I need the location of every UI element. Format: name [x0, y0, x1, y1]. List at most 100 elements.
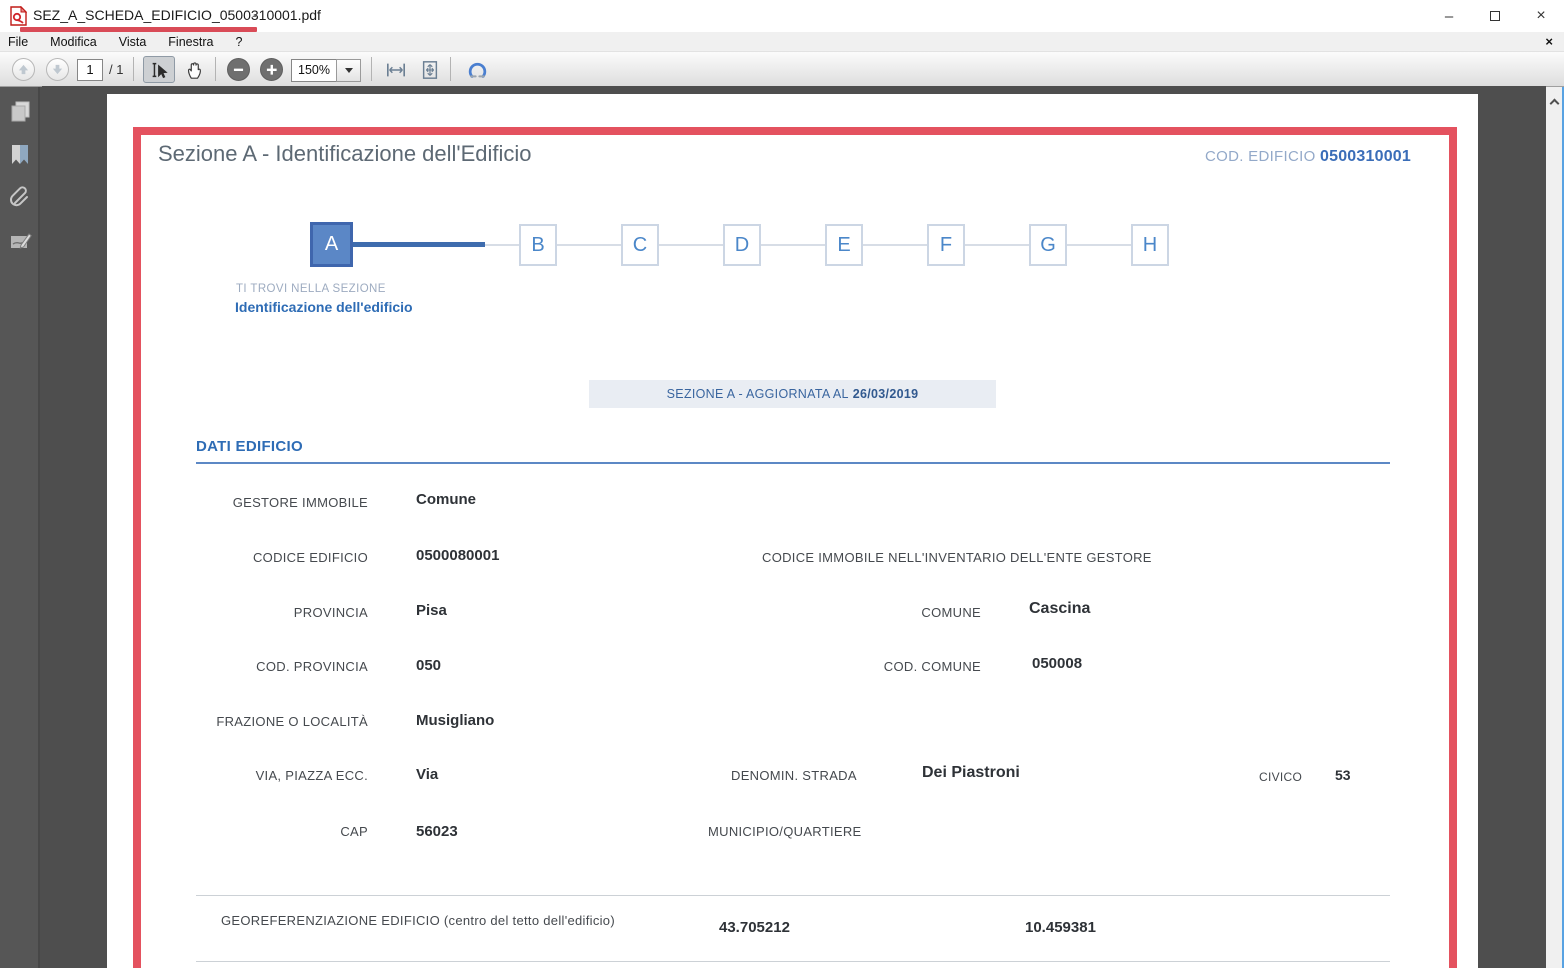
georef-label: GEOREFERENZIAZIONE EDIFICIO (centro del …	[221, 913, 615, 928]
menu-finestra[interactable]: Finestra	[168, 35, 213, 49]
stepper-step-G: G	[1029, 224, 1067, 266]
hand-icon	[184, 60, 204, 80]
menu-file[interactable]: File	[8, 35, 28, 49]
stepper-caption-value: Identificazione dell'edificio	[235, 299, 413, 315]
building-code-value: 0500310001	[1320, 148, 1411, 165]
page-number-input[interactable]: 1	[77, 59, 103, 81]
toolbar-separator	[371, 57, 372, 81]
toolbar: 1 / 1 150%	[0, 52, 1564, 87]
send-track-button[interactable]	[461, 56, 493, 83]
page-thumbnails-icon[interactable]	[8, 99, 32, 123]
update-bar-label: SEZIONE A - AGGIORNATA AL	[667, 387, 849, 401]
provincia-label: PROVINCIA	[294, 605, 368, 620]
frazione-value: Musigliano	[416, 712, 494, 729]
cod-provincia-label: COD. PROVINCIA	[256, 659, 368, 674]
attachments-icon[interactable]	[8, 185, 32, 209]
civico-value: 53	[1335, 767, 1351, 783]
document-area: Sezione A - Identificazione dell'Edifici…	[42, 86, 1546, 968]
vertical-scrollbar[interactable]	[1546, 87, 1563, 968]
cod-provincia-value: 050	[416, 657, 441, 674]
chevron-down-icon	[345, 68, 353, 73]
stepper-step-D: D	[723, 224, 761, 266]
stepper-step-B: B	[519, 224, 557, 266]
building-code-header: COD. EDIFICIO 0500310001	[1205, 148, 1411, 166]
scroll-up-button[interactable]	[1546, 93, 1563, 110]
fit-page-icon	[419, 60, 441, 80]
via-value: Via	[416, 766, 438, 783]
chevron-up-icon	[1550, 98, 1560, 108]
denominazione-value: Dei Piastroni	[922, 764, 1020, 782]
title-bar: SEZ_A_SCHEDA_EDIFICIO_0500310001.pdf - –…	[0, 0, 1564, 32]
menu-vista[interactable]: Vista	[119, 35, 147, 49]
frazione-label: FRAZIONE O LOCALITÀ	[216, 714, 368, 729]
dati-edificio-heading: DATI EDIFICIO	[196, 438, 303, 455]
close-icon: ×	[1536, 7, 1545, 25]
georef-longitude: 10.459381	[1025, 919, 1096, 936]
codice-edificio-value: 0500080001	[416, 547, 499, 564]
next-page-button[interactable]	[46, 58, 69, 81]
building-code-label: COD. EDIFICIO	[1205, 148, 1316, 165]
plus-icon	[266, 64, 277, 75]
filename-suffix: -	[252, 7, 257, 23]
previous-page-button[interactable]	[12, 58, 35, 81]
signatures-icon[interactable]	[8, 229, 32, 253]
cod-comune-label: COD. COMUNE	[884, 659, 981, 674]
stepper-step-E: E	[825, 224, 863, 266]
denominazione-label: DENOMIN. STRADA	[731, 768, 857, 783]
text-select-cursor-icon	[149, 60, 169, 80]
maximize-button[interactable]	[1472, 0, 1518, 32]
minimize-button[interactable]: –	[1426, 0, 1472, 32]
pdf-page: Sezione A - Identificazione dell'Edifici…	[107, 94, 1478, 968]
menu-items: File Modifica Vista Finestra?	[8, 32, 242, 52]
cap-value: 56023	[416, 823, 458, 840]
minimize-icon: –	[1445, 8, 1453, 25]
menu-modifica[interactable]: Modifica	[50, 35, 97, 49]
cap-label: CAP	[340, 824, 368, 839]
gestore-label: GESTORE IMMOBILE	[233, 495, 368, 510]
cod-comune-value: 050008	[1032, 655, 1082, 672]
page-total-label: / 1	[109, 62, 123, 77]
toolbar-separator	[450, 57, 451, 81]
fit-page-button[interactable]	[414, 56, 446, 83]
swirl-arrow-icon	[466, 59, 489, 81]
window-controls: – ×	[1426, 0, 1564, 32]
arrow-up-icon	[17, 63, 30, 76]
zoom-out-button[interactable]	[227, 58, 250, 81]
zoom-level-input[interactable]: 150%	[291, 59, 337, 82]
fit-width-button[interactable]	[380, 56, 412, 83]
stepper-step-C: C	[621, 224, 659, 266]
toolbar-separator	[133, 57, 134, 81]
comune-value: Cascina	[1029, 600, 1090, 618]
zoom-in-button[interactable]	[260, 58, 283, 81]
close-document-button[interactable]: ×	[1545, 34, 1553, 49]
zoom-dropdown-button[interactable]	[336, 59, 361, 82]
menu-bar: File Modifica Vista Finestra? ×	[0, 32, 1564, 52]
codice-immobile-label: CODICE IMMOBILE NELL'INVENTARIO DELL'ENT…	[762, 550, 1152, 565]
toolbar-separator	[215, 57, 216, 81]
stepper-step-F: F	[927, 224, 965, 266]
hand-tool-button[interactable]	[178, 56, 210, 83]
codice-edificio-label: CODICE EDIFICIO	[253, 550, 368, 565]
arrow-down-icon	[51, 63, 64, 76]
section-divider	[196, 895, 1390, 896]
minus-icon	[233, 64, 244, 75]
stepper-progress	[353, 242, 485, 247]
provincia-value: Pisa	[416, 602, 447, 619]
close-button[interactable]: ×	[1518, 0, 1564, 32]
bookmarks-icon[interactable]	[8, 142, 32, 166]
comune-label: COMUNE	[921, 605, 981, 620]
menu-help[interactable]: ?	[235, 35, 242, 49]
stepper-caption: TI TROVI NELLA SEZIONE	[236, 283, 386, 295]
civico-label: CIVICO	[1259, 770, 1302, 784]
document-filename: SEZ_A_SCHEDA_EDIFICIO_0500310001.pdf	[33, 7, 321, 23]
stepper-step-H: H	[1131, 224, 1169, 266]
update-bar-date: 26/03/2019	[853, 387, 919, 401]
section-title: Sezione A - Identificazione dell'Edifici…	[158, 141, 532, 167]
gestore-value: Comune	[416, 491, 476, 508]
georef-latitude: 43.705212	[719, 919, 790, 936]
select-tool-button[interactable]	[143, 56, 175, 83]
stepper-step-A: A	[310, 222, 353, 267]
fit-width-icon	[385, 60, 407, 80]
section-update-bar: SEZIONE A - AGGIORNATA AL 26/03/2019	[589, 380, 996, 408]
heading-divider	[196, 462, 1390, 464]
